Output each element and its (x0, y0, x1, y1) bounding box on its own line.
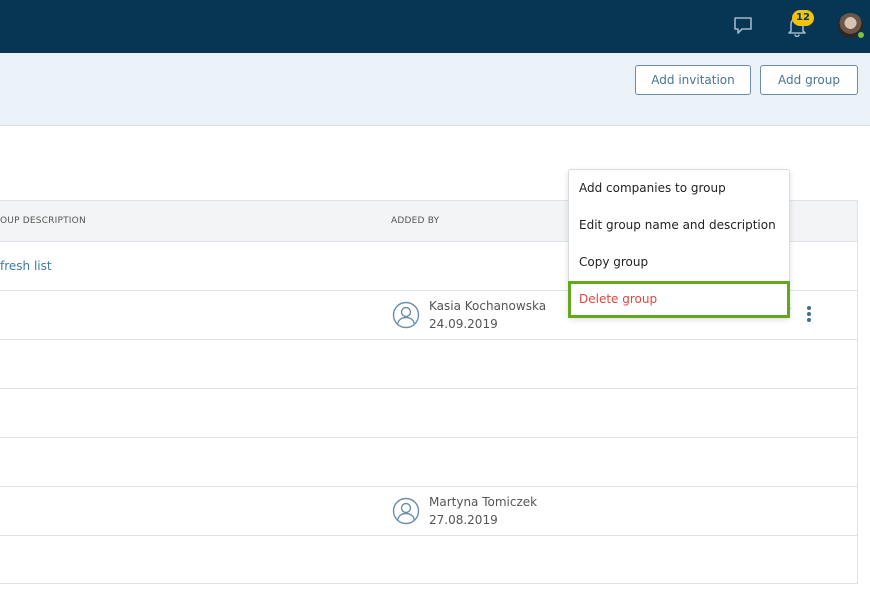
table-row[interactable] (0, 536, 857, 585)
table-row[interactable] (0, 389, 857, 438)
added-by-date: 24.09.2019 (429, 317, 498, 331)
added-by-name: Kasia Kochanowska (429, 299, 547, 313)
column-header-group-description[interactable]: OUP DESCRIPTION (0, 216, 86, 226)
menu-item-delete-group[interactable]: Delete group (568, 281, 790, 318)
top-navigation-bar: 12 (0, 0, 870, 53)
menu-item-edit-group[interactable]: Edit group name and description (569, 207, 789, 244)
user-icon (392, 301, 420, 329)
online-status-icon (857, 31, 865, 39)
add-invitation-button[interactable]: Add invitation (635, 65, 751, 95)
user-avatar[interactable] (838, 13, 865, 39)
user-icon (392, 497, 420, 525)
action-bar: Add invitation Add group (0, 53, 870, 126)
add-group-button[interactable]: Add group (760, 65, 858, 95)
chat-icon[interactable] (733, 16, 753, 35)
table-row[interactable]: Martyna Tomiczek 27.08.2019 (0, 487, 857, 536)
refresh-list-link[interactable]: fresh list (0, 259, 52, 273)
menu-item-add-companies[interactable]: Add companies to group (569, 170, 789, 207)
more-options-icon[interactable] (802, 305, 816, 323)
added-by-name: Martyna Tomiczek (429, 495, 538, 509)
menu-item-copy-group[interactable]: Copy group (569, 244, 789, 281)
group-context-menu: Add companies to group Edit group name a… (568, 169, 790, 318)
notification-count-badge: 12 (792, 10, 814, 26)
column-header-added-by[interactable]: ADDED BY (391, 216, 439, 226)
table-row[interactable] (0, 438, 857, 487)
table-row[interactable] (0, 340, 857, 389)
added-by-date: 27.08.2019 (429, 513, 498, 527)
